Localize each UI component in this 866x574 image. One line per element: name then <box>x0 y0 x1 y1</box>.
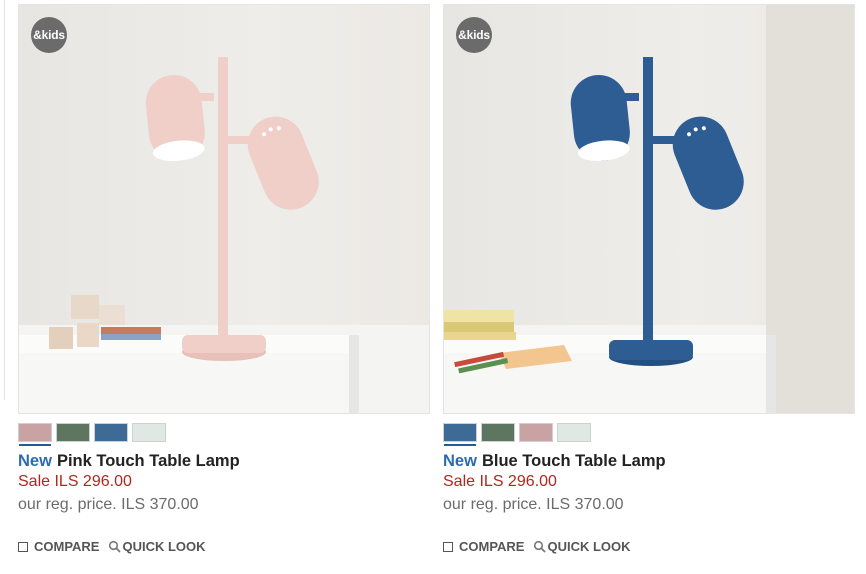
previous-card-edge <box>4 0 5 400</box>
color-swatches <box>18 423 166 446</box>
kids-badge: &kids <box>31 17 67 53</box>
regular-price: our reg. price. ILS 370.00 <box>18 496 199 513</box>
color-swatch-blue[interactable] <box>94 423 128 442</box>
lamp-photo <box>444 5 854 413</box>
new-label: New <box>443 452 477 470</box>
card-actions: COMPARE QUICK LOOK <box>443 539 631 554</box>
color-swatch-mint[interactable] <box>557 423 591 442</box>
product-title[interactable]: New Blue Touch Table Lamp <box>443 452 666 471</box>
compare-control[interactable]: COMPARE <box>443 539 524 554</box>
checkbox-icon[interactable] <box>443 541 453 552</box>
search-icon <box>534 540 547 553</box>
compare-label: COMPARE <box>34 539 100 554</box>
compare-control[interactable]: COMPARE <box>18 539 99 554</box>
color-swatch-green[interactable] <box>481 423 515 442</box>
card-actions: COMPARE QUICK LOOK <box>18 539 206 554</box>
color-swatch-mint[interactable] <box>132 423 166 442</box>
color-swatches <box>443 423 591 446</box>
quick-look-label: QUICK LOOK <box>122 539 206 554</box>
product-name[interactable]: Blue Touch Table Lamp <box>482 452 666 470</box>
product-name[interactable]: Pink Touch Table Lamp <box>57 452 240 470</box>
new-label: New <box>18 452 52 470</box>
quick-look-button[interactable]: QUICK LOOK <box>108 539 206 554</box>
quick-look-label: QUICK LOOK <box>547 539 631 554</box>
product-card-blue-lamp: &kids New Blue Touch Table Lamp Sale ILS … <box>443 0 855 574</box>
product-card-pink-lamp: &kids New Pink Touch Table Lamp Sale ILS … <box>18 0 430 574</box>
sale-price: Sale ILS 296.00 <box>18 473 132 490</box>
sale-price: Sale ILS 296.00 <box>443 473 557 490</box>
lamp-photo <box>19 57 429 413</box>
compare-label: COMPARE <box>459 539 525 554</box>
product-title[interactable]: New Pink Touch Table Lamp <box>18 452 240 471</box>
color-swatch-blue[interactable] <box>443 423 477 446</box>
regular-price: our reg. price. ILS 370.00 <box>443 496 624 513</box>
search-icon <box>109 540 122 553</box>
color-swatch-pink[interactable] <box>519 423 553 442</box>
color-swatch-pink[interactable] <box>18 423 52 446</box>
quick-look-button[interactable]: QUICK LOOK <box>533 539 631 554</box>
product-image[interactable]: &kids <box>443 4 855 414</box>
color-swatch-green[interactable] <box>56 423 90 442</box>
kids-badge: &kids <box>456 17 492 53</box>
product-image[interactable]: &kids <box>18 4 430 414</box>
checkbox-icon[interactable] <box>18 541 28 552</box>
